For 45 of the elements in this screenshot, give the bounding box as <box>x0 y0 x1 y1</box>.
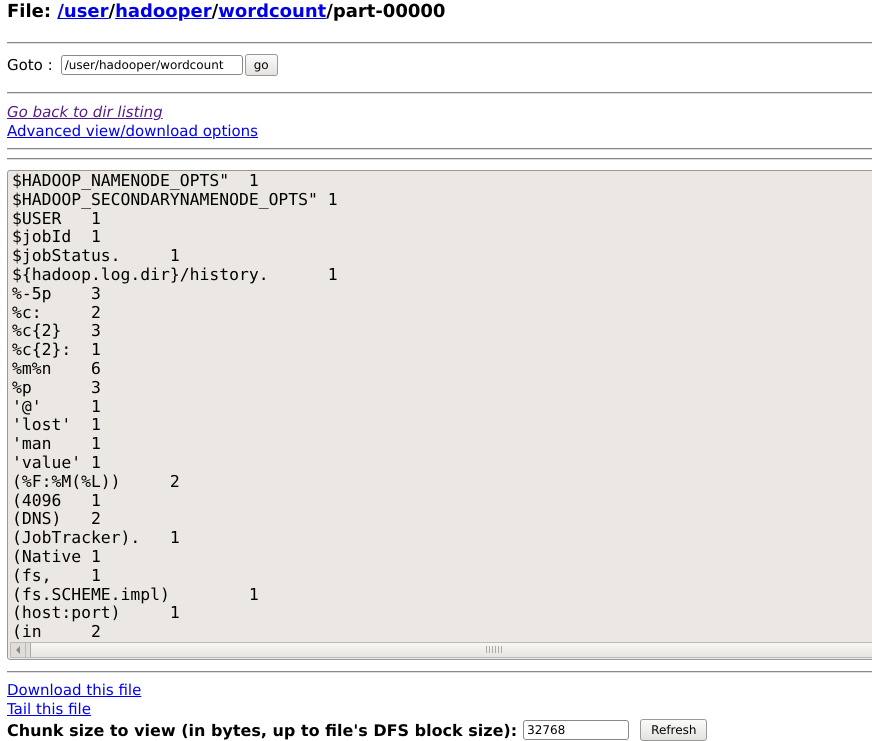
path-field[interactable]: /user/hadooper/wordcount <box>60 55 243 75</box>
path-text: / <box>212 1 218 22</box>
content-line: %c{2}: 1 <box>12 341 101 360</box>
path-text: /part-00000 <box>326 1 446 22</box>
content-line: (JobTracker). 1 <box>12 529 180 548</box>
path-link[interactable]: wordcount <box>218 1 326 22</box>
content-line: ${hadoop.log.dir}/history. 1 <box>12 266 338 285</box>
content-line: 'lost' 1 <box>12 416 101 436</box>
content-line: $HADOOP_SECONDARYNAMENODE_OPTS" 1 <box>12 190 338 210</box>
content-line: %m%n 6 <box>12 360 101 379</box>
content-line: 'value' 1 <box>12 454 101 473</box>
content-line: $jobId 1 <box>12 228 101 248</box>
path-link[interactable]: hadooper <box>115 1 212 22</box>
page-title: File: <box>7 1 52 22</box>
left-arrow-icon <box>15 646 21 654</box>
path-link[interactable]: /user <box>57 1 108 22</box>
link[interactable]: Advanced view/download options <box>7 122 258 141</box>
content-line: $USER 1 <box>12 210 101 228</box>
content-line: %-5p 3 <box>12 284 101 304</box>
content-line: 'man 1 <box>12 435 101 454</box>
content-line: (%F:%M(%L)) 2 <box>12 472 180 492</box>
content-line: (fs.SCHEME.impl) 1 <box>12 586 259 604</box>
content-line: (fs, 1 <box>12 566 101 586</box>
chunk-size-field[interactable]: 32768 <box>523 720 630 740</box>
content-line: (4096 1 <box>12 492 101 510</box>
content-line: %p 3 <box>12 378 101 398</box>
link[interactable]: Download this file <box>7 681 142 700</box>
content-line: (DNS) 2 <box>12 510 101 530</box>
content-line: (Native 1 <box>12 548 101 567</box>
chunk-size-label: Chunk size to view (in bytes, up to file's DFS block size): <box>7 720 518 740</box>
link[interactable]: Tail this file <box>7 700 91 719</box>
content-line: %c: 2 <box>12 304 101 322</box>
content-line: $jobStatus. 1 <box>12 247 180 266</box>
content-line: '@' 1 <box>12 398 101 416</box>
horizontal-scrollbar[interactable] <box>10 642 872 658</box>
content-line: (in 2 <box>12 623 101 642</box>
refresh-button[interactable]: Refresh <box>640 719 708 741</box>
link[interactable]: Go back to dir listing <box>7 103 163 122</box>
content-line: %c{2} 3 <box>12 322 101 342</box>
go-button[interactable]: go <box>244 54 278 76</box>
path-text: / <box>108 1 116 22</box>
content-line: $HADOOP_NAMENODE_OPTS" 1 <box>12 172 259 191</box>
file-content-area[interactable] <box>7 170 872 660</box>
goto-label: Goto : <box>7 56 53 74</box>
content-line: (host:port) 1 <box>12 604 180 624</box>
